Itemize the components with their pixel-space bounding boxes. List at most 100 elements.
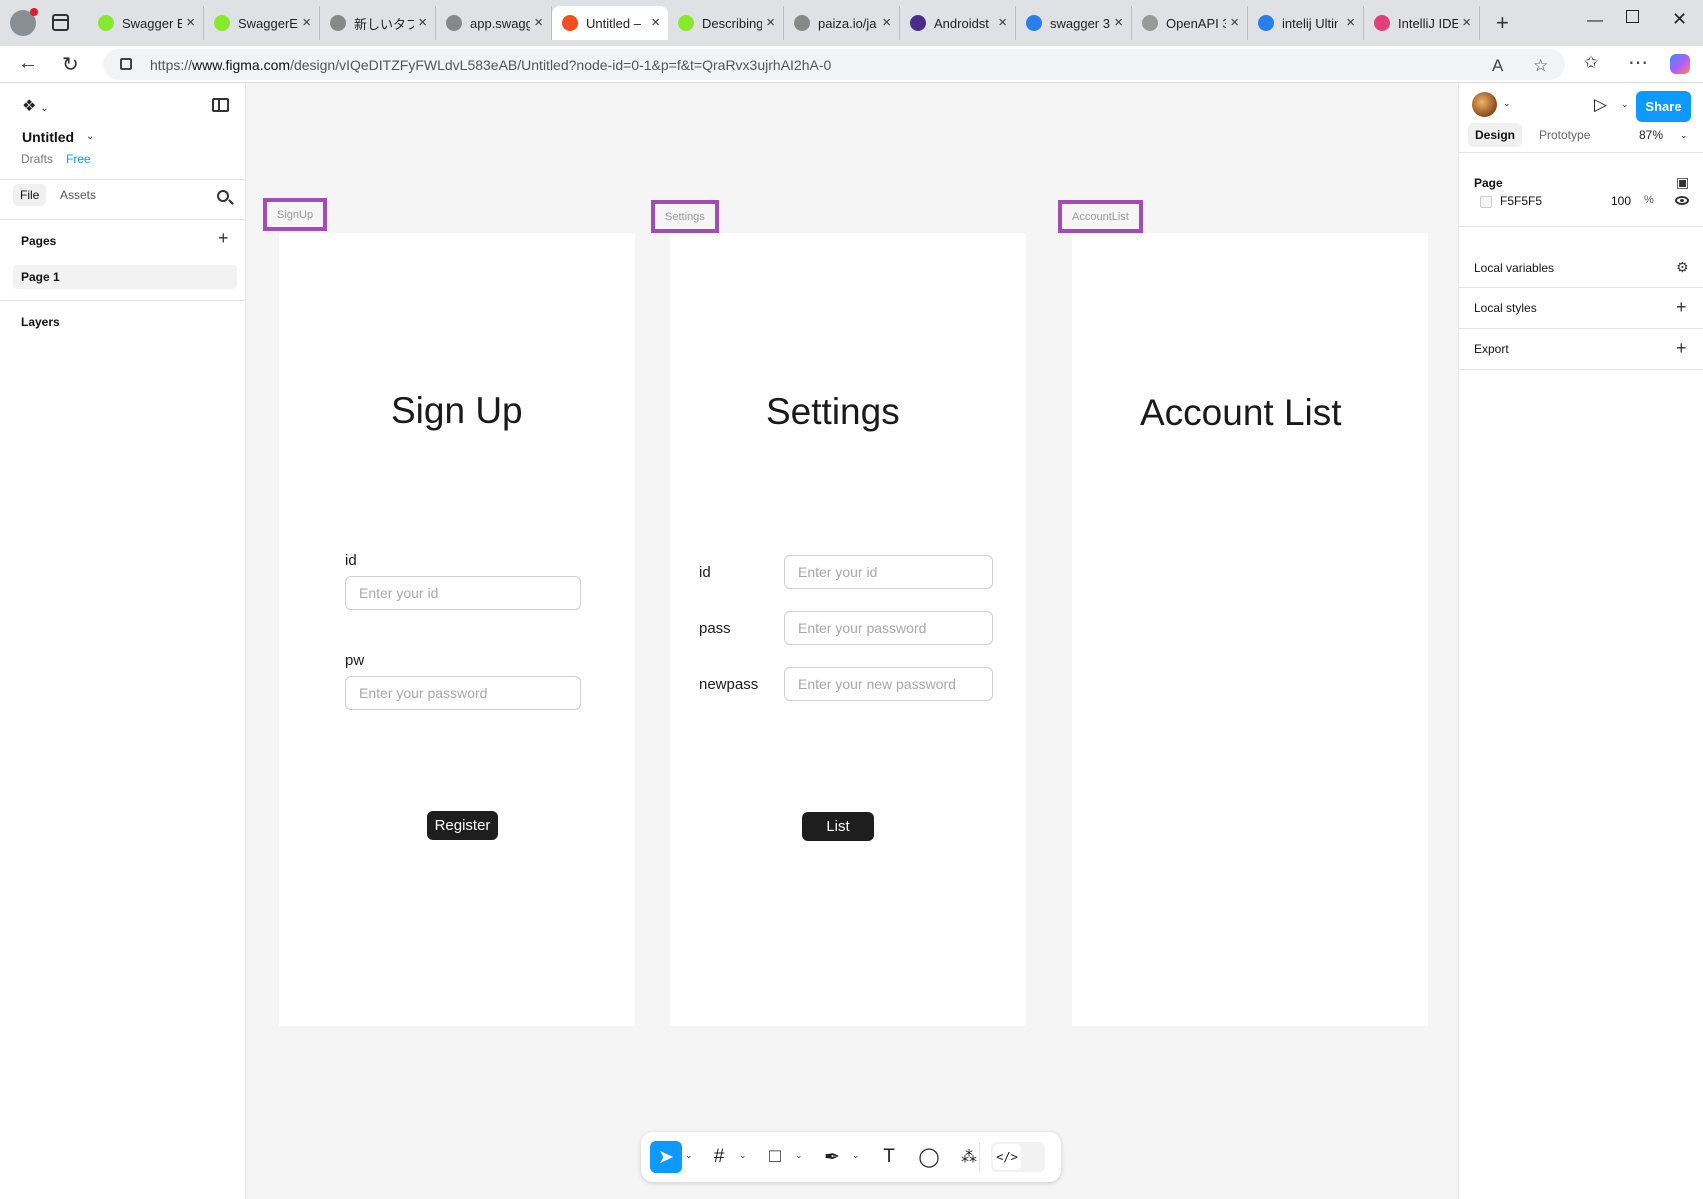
id-label[interactable]: id: [699, 564, 711, 581]
export-heading[interactable]: Export: [1474, 342, 1509, 356]
tab-prototype[interactable]: Prototype: [1532, 123, 1597, 147]
close-icon[interactable]: ×: [1230, 14, 1239, 31]
close-icon[interactable]: ×: [418, 14, 427, 31]
id-label[interactable]: id: [345, 552, 357, 569]
close-icon[interactable]: ×: [186, 14, 195, 31]
browser-tab[interactable]: app.swagg ×: [436, 6, 552, 40]
favorite-star-icon[interactable]: ☆: [1533, 56, 1548, 76]
local-variables-heading[interactable]: Local variables: [1474, 261, 1554, 275]
share-button[interactable]: Share: [1636, 91, 1691, 122]
browser-tab[interactable]: OpenAPI 3 ×: [1132, 6, 1248, 40]
close-icon[interactable]: ×: [1346, 14, 1355, 31]
move-tool-icon[interactable]: ➤: [650, 1141, 682, 1173]
more-icon[interactable]: ⋯: [1628, 50, 1648, 75]
page-color-swatch[interactable]: [1480, 196, 1492, 208]
dev-mode-toggle[interactable]: </>: [991, 1142, 1045, 1172]
profile-icon[interactable]: [10, 8, 38, 36]
close-icon[interactable]: ×: [534, 14, 543, 31]
frame-heading[interactable]: Settings: [766, 391, 900, 433]
chevron-down-icon[interactable]: ⌄: [1680, 130, 1688, 141]
pen-tool-icon[interactable]: ✒: [816, 1141, 848, 1173]
id-input[interactable]: Enter your id: [784, 555, 993, 589]
id-input[interactable]: Enter your id: [345, 576, 581, 610]
browser-tab[interactable]: IntelliJ IDE ×: [1364, 6, 1480, 40]
close-icon[interactable]: ×: [651, 14, 660, 31]
frame-heading[interactable]: Sign Up: [391, 390, 523, 432]
close-icon[interactable]: ×: [766, 14, 775, 31]
frame-heading[interactable]: Account List: [1140, 392, 1342, 434]
frame-label-accountlist[interactable]: AccountList: [1058, 200, 1143, 233]
browser-tab[interactable]: Describing ×: [668, 6, 784, 40]
browser-tab[interactable]: SwaggerEc ×: [204, 6, 320, 40]
reload-icon[interactable]: ↻: [62, 52, 79, 77]
eye-icon[interactable]: [1675, 196, 1689, 205]
register-button[interactable]: Register: [427, 811, 498, 840]
pass-label[interactable]: pass: [699, 620, 731, 637]
frame-settings[interactable]: Settings id Enter your id pass Enter you…: [670, 233, 1026, 1026]
comment-tool-icon[interactable]: ◯: [913, 1141, 945, 1173]
close-icon[interactable]: ×: [302, 14, 311, 31]
file-location[interactable]: Drafts: [21, 152, 53, 166]
page-settings-icon[interactable]: ▣: [1676, 174, 1689, 191]
frame-tool-icon[interactable]: #: [703, 1141, 735, 1173]
shape-tool-icon[interactable]: □: [759, 1141, 791, 1173]
page-item-page-1[interactable]: Page 1: [13, 265, 237, 289]
back-icon[interactable]: ←: [18, 52, 38, 75]
design-canvas[interactable]: SignUp Sign Up id Enter your id pw Enter…: [246, 83, 1458, 1199]
tab-actions-icon[interactable]: [52, 14, 69, 31]
chevron-down-icon[interactable]: ⌄: [852, 1150, 860, 1161]
newpass-label[interactable]: newpass: [699, 676, 758, 693]
browser-tab[interactable]: Untitled – ×: [552, 6, 668, 40]
copilot-icon[interactable]: [1670, 54, 1690, 74]
password-input[interactable]: Enter your password: [345, 676, 581, 710]
frame-label-signup[interactable]: SignUp: [263, 198, 328, 231]
frame-signup[interactable]: Sign Up id Enter your id pw Enter your p…: [279, 233, 635, 1026]
url-text[interactable]: https://www.figma.com/design/vIQeDITZFyF…: [150, 57, 831, 73]
close-icon[interactable]: ×: [1462, 14, 1471, 31]
chevron-down-icon[interactable]: ⌄: [86, 131, 94, 142]
chevron-down-icon[interactable]: ⌄: [795, 1150, 803, 1161]
minimize-icon[interactable]: —: [1587, 12, 1603, 30]
present-play-icon[interactable]: ▷: [1594, 95, 1607, 115]
url-field[interactable]: https://www.figma.com/design/vIQeDITZFyF…: [103, 49, 1565, 80]
lock-icon[interactable]: [120, 58, 132, 70]
favorites-icon[interactable]: ✩: [1584, 53, 1598, 73]
tab-assets[interactable]: Assets: [53, 184, 103, 206]
chevron-down-icon[interactable]: ⌄: [1621, 99, 1629, 110]
new-tab-icon[interactable]: +: [1496, 10, 1509, 36]
browser-tab[interactable]: intelij Ultir ×: [1248, 6, 1364, 40]
variables-icon[interactable]: ⚙: [1676, 259, 1689, 276]
tab-file[interactable]: File: [13, 184, 47, 206]
browser-tab[interactable]: swagger 3 ×: [1016, 6, 1132, 40]
browser-tab[interactable]: Swagger E ×: [88, 6, 204, 40]
page-opacity-input[interactable]: 100: [1611, 194, 1631, 208]
browser-tab[interactable]: paiza.io/ja ×: [784, 6, 900, 40]
local-styles-heading[interactable]: Local styles: [1474, 301, 1537, 315]
zoom-level[interactable]: 87%: [1639, 128, 1663, 142]
search-icon[interactable]: [217, 190, 229, 202]
close-icon[interactable]: ×: [882, 14, 891, 31]
page-color-input[interactable]: F5F5F5: [1500, 194, 1542, 208]
avatar[interactable]: [1472, 92, 1497, 117]
close-window-icon[interactable]: ✕: [1672, 9, 1687, 30]
add-style-icon[interactable]: +: [1676, 297, 1687, 318]
plan-badge[interactable]: Free: [66, 152, 91, 166]
file-name[interactable]: Untitled: [22, 129, 74, 145]
list-button[interactable]: List: [802, 812, 874, 841]
pw-label[interactable]: pw: [345, 652, 364, 669]
frame-accountlist[interactable]: Account List: [1072, 233, 1428, 1026]
chevron-down-icon[interactable]: ⌄: [685, 1150, 693, 1161]
browser-tab[interactable]: Androidst ×: [900, 6, 1016, 40]
actions-icon[interactable]: ⁂: [953, 1141, 985, 1173]
close-icon[interactable]: ×: [998, 14, 1007, 31]
chevron-down-icon[interactable]: ⌄: [739, 1150, 747, 1161]
frame-label-settings[interactable]: Settings: [651, 200, 719, 233]
main-menu-button[interactable]: ❖ ⌄: [22, 96, 49, 116]
close-icon[interactable]: ×: [1114, 14, 1123, 31]
chevron-down-icon[interactable]: ⌄: [1503, 98, 1511, 109]
read-aloud-icon[interactable]: A: [1492, 56, 1503, 76]
new-password-input[interactable]: Enter your new password: [784, 667, 993, 701]
add-export-icon[interactable]: +: [1676, 338, 1687, 359]
tab-design[interactable]: Design: [1468, 123, 1523, 147]
browser-tab[interactable]: 新しいタブ ×: [320, 6, 436, 40]
